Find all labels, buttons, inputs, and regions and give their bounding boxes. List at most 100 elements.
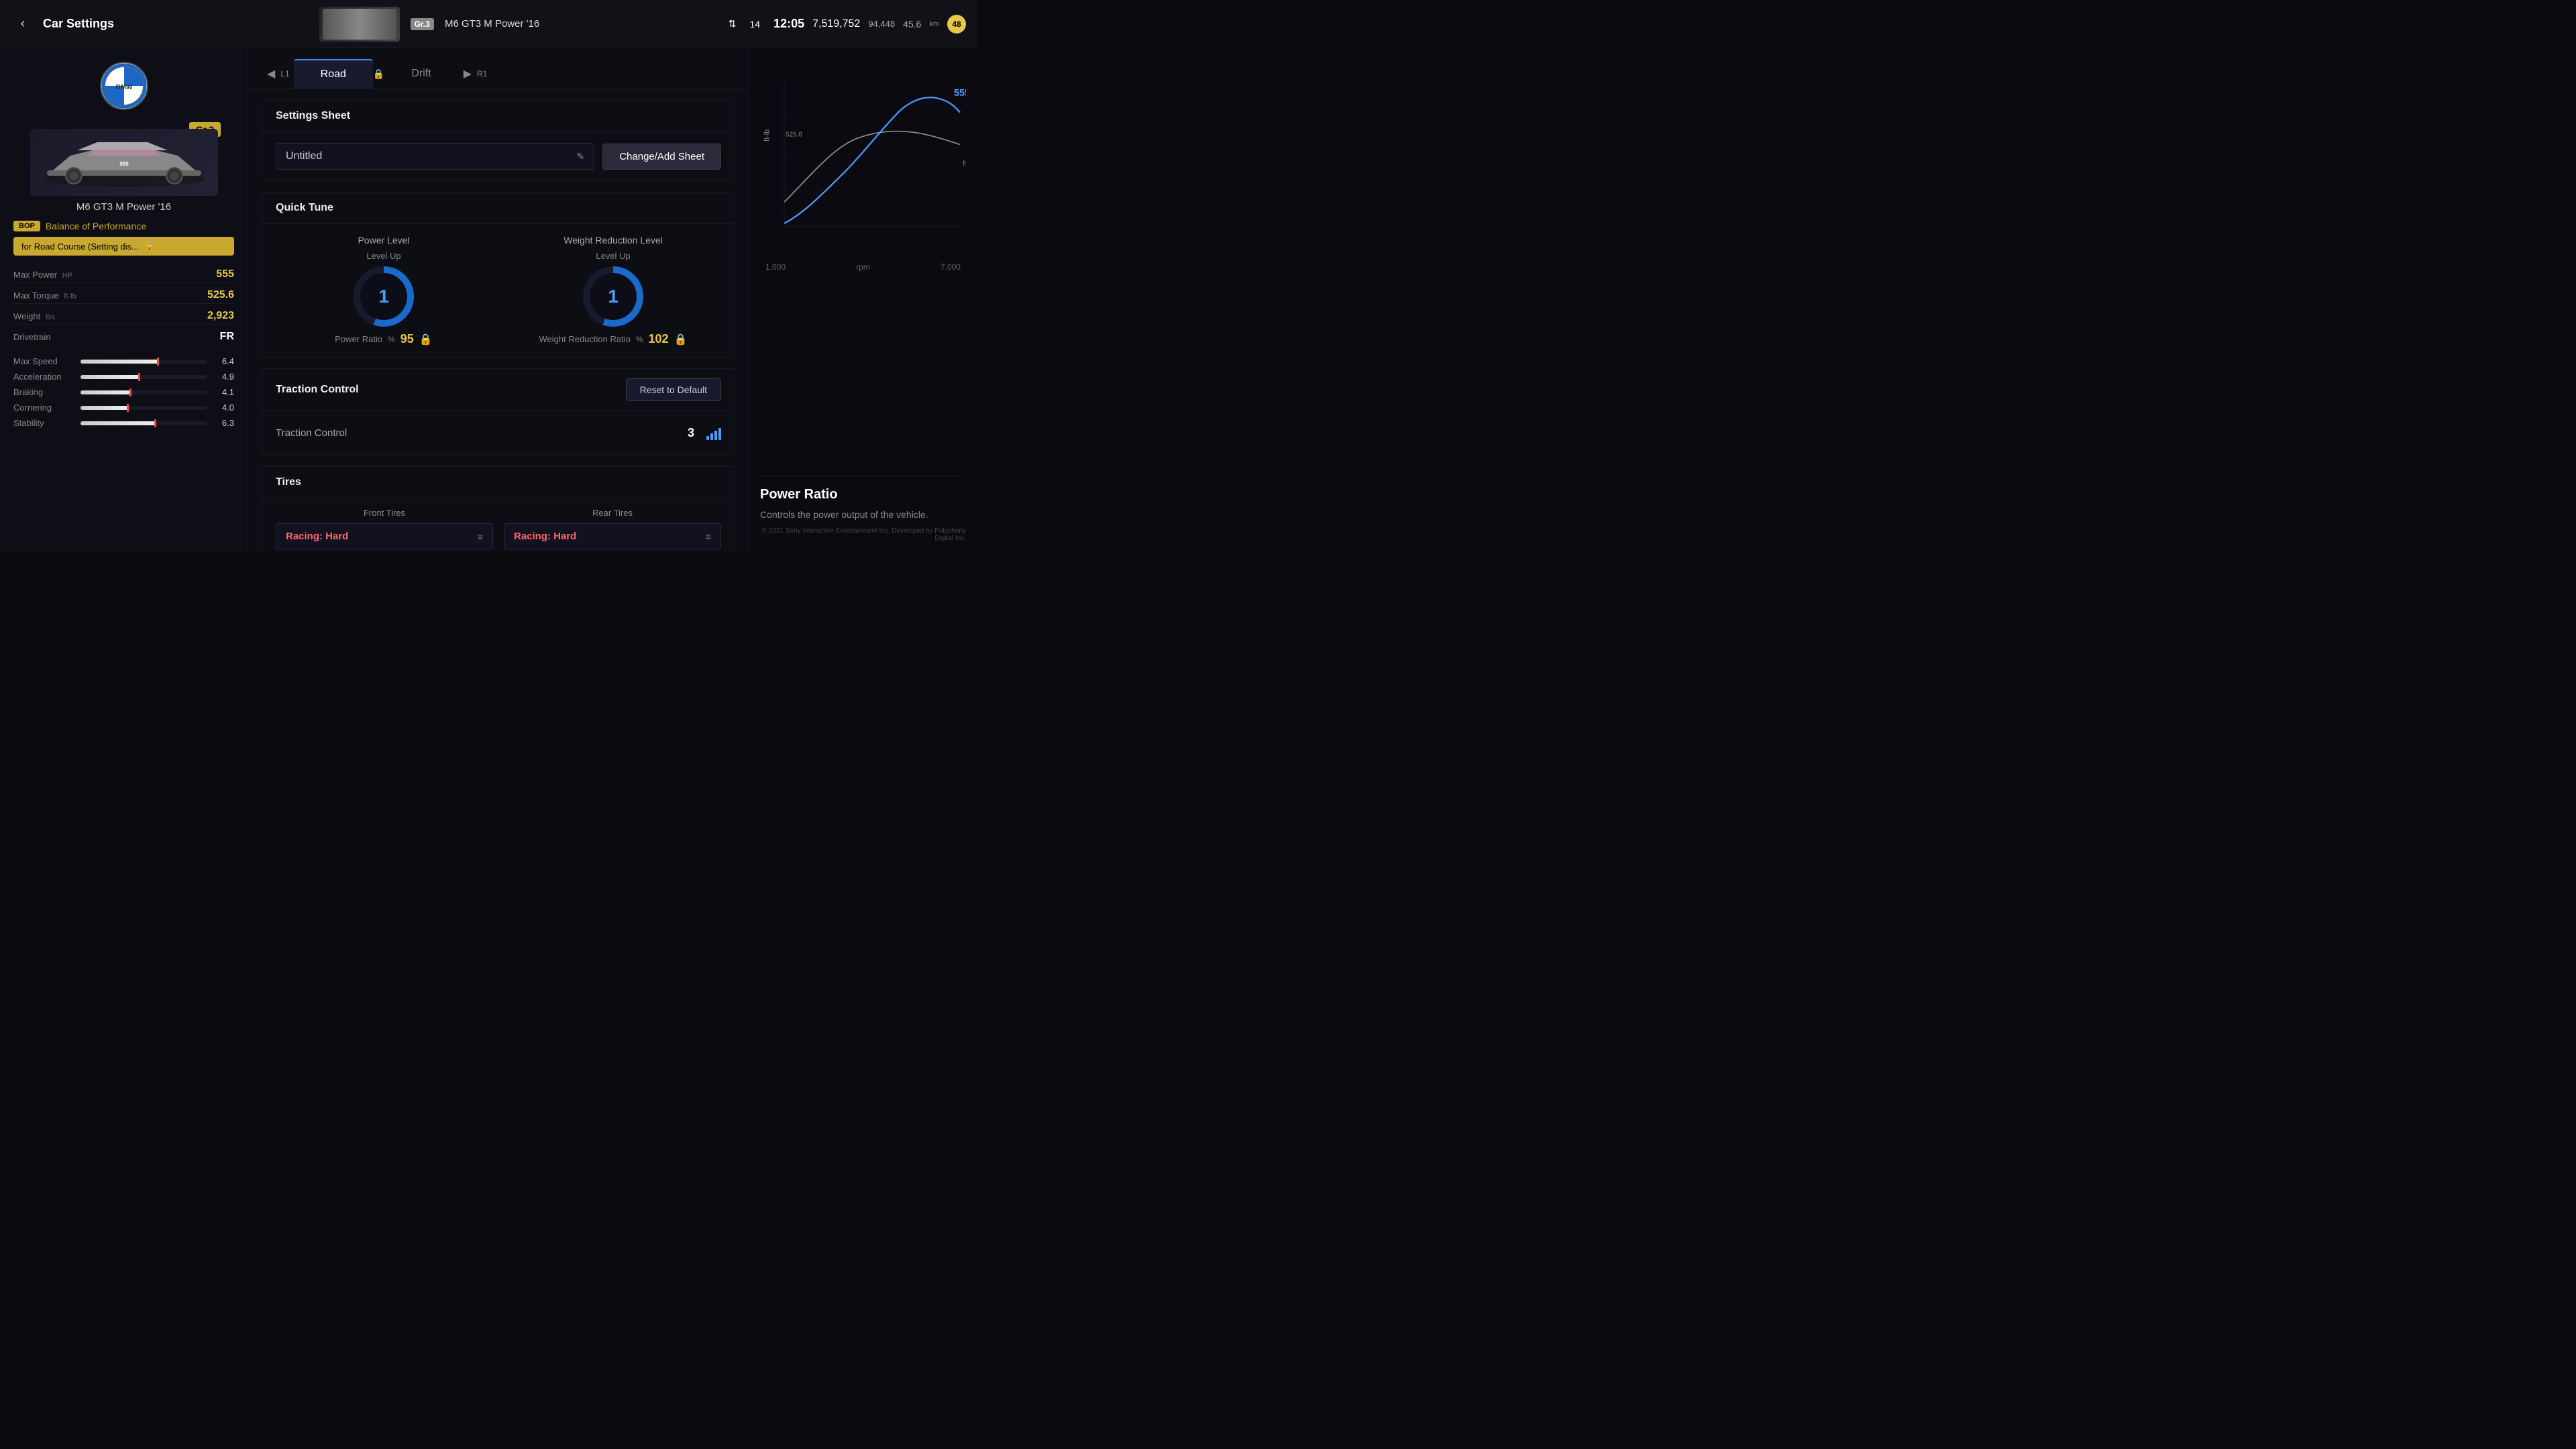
chart-x-min: 1,000 [765, 262, 786, 272]
michelin-row: Tire Technology by M MICHELIN [276, 549, 721, 553]
tires-grid: Front Tires Racing: Hard ≡ Rear Tires Ra… [276, 508, 721, 549]
svg-text:BMW: BMW [115, 84, 133, 91]
car-name-sidebar: M6 GT3 M Power '16 [13, 201, 234, 213]
weight-ratio-label: Weight Reduction Ratio [539, 334, 631, 344]
main-layout: BMW Gr.3 989 [0, 48, 977, 553]
car-image-top [323, 9, 396, 40]
power-ratio-value: 95 [400, 332, 414, 346]
change-sheet-button[interactable]: Change/Add Sheet [602, 144, 721, 170]
power-chart: 555 ft-lb hp 525.6 [760, 59, 966, 260]
speed-display: 45.6 [903, 19, 921, 30]
bmw-logo: BMW [100, 62, 148, 110]
quick-tune-section: Quick Tune Power Level Level Up 1 [262, 192, 735, 358]
tires-title: Tires [276, 476, 301, 488]
top-bar: ‹ Car Settings Gr.3 M6 GT3 M Power '16 ⇅… [0, 0, 977, 48]
tc-row: Traction Control 3 [276, 421, 721, 445]
info-desc: Controls the power output of the vehicle… [760, 508, 966, 522]
car-name-top: M6 GT3 M Power '16 [445, 18, 539, 30]
stat-row-drivetrain: Drivetrain FR [13, 329, 234, 345]
svg-text:989: 989 [119, 161, 129, 167]
tires-section: Tires Front Tires Racing: Hard ≡ Rear Ti… [262, 466, 735, 553]
front-tire-col: Front Tires Racing: Hard ≡ [276, 508, 493, 549]
front-tire-name: Racing: Hard [286, 531, 348, 542]
power-level-up-label: Level Up [366, 251, 400, 261]
bar-braking: Braking 4.1 [13, 384, 234, 400]
front-tire-select[interactable]: Racing: Hard ≡ [276, 523, 493, 549]
sidebar: BMW Gr.3 989 [0, 48, 248, 553]
bop-road-note: for Road Course (Setting dis... 🔒 [13, 237, 234, 256]
bop-badge: BOP [13, 221, 40, 231]
svg-text:525.6: 525.6 [786, 131, 802, 139]
chart-container: 555 ft-lb hp 525.6 1,000 rpm 7,000 [760, 59, 966, 272]
sheet-edit-icon: ✎ [576, 151, 584, 162]
sheet-name-text: Untitled [286, 150, 322, 162]
tires-body: Front Tires Racing: Hard ≡ Rear Tires Ra… [262, 498, 735, 553]
stat-row-torque: Max Torque ft-lb 525.6 [13, 287, 234, 304]
power-level-value: 1 [378, 286, 389, 307]
chart-x-max: 7,000 [941, 262, 961, 272]
power-level-item: Power Level Level Up 1 Power Ratio % 95 [276, 235, 492, 346]
credits-display: 7,519,752 [812, 18, 860, 30]
quick-tune-grid: Power Level Level Up 1 Power Ratio % 95 [276, 235, 721, 346]
chart-area: 555 ft-lb hp 525.6 1,000 rpm 7,000 [760, 59, 966, 470]
bop-text: Balance of Performance [46, 221, 146, 231]
weight-level-dial[interactable]: 1 [583, 266, 643, 327]
tc-bar-icon[interactable] [706, 427, 721, 440]
tab-road[interactable]: Road [294, 59, 373, 89]
back-button[interactable]: ‹ [11, 12, 35, 36]
weight-ratio-row: Weight Reduction Ratio % 102 🔒 [539, 332, 688, 346]
mileage-display: 94,448 [868, 19, 895, 29]
info-title: Power Ratio [760, 487, 966, 502]
power-ratio-unit: % [388, 335, 395, 344]
tc-value: 3 [681, 426, 701, 440]
rank-value: 14 [750, 19, 761, 30]
l1-badge: L1 [280, 69, 289, 78]
main-content: ◀ L1 Road 🔒 Drift ▶ R1 Settings Sheet Un… [248, 48, 749, 553]
bop-note-text: for Road Course (Setting dis... [21, 241, 139, 252]
tab-bar: ◀ L1 Road 🔒 Drift ▶ R1 [248, 48, 749, 89]
gr-badge-top: Gr.3 [411, 18, 434, 30]
traction-reset-button[interactable]: Reset to Default [626, 378, 721, 401]
tab-nav-right[interactable]: ▶ [458, 64, 477, 83]
traction-control-body: Traction Control 3 [262, 411, 735, 455]
front-tire-menu-icon: ≡ [478, 531, 483, 542]
weight-level-up-label: Level Up [596, 251, 630, 261]
rear-tire-select[interactable]: Racing: Hard ≡ [504, 523, 721, 549]
settings-sheet-header: Settings Sheet [262, 101, 735, 132]
power-ratio-row: Power Ratio % 95 🔒 [335, 332, 432, 346]
traction-control-section: Traction Control Reset to Default Tracti… [262, 368, 735, 455]
page-title: Car Settings [43, 17, 114, 31]
chart-x-rpm: rpm [856, 262, 870, 272]
tc-label: Traction Control [276, 427, 347, 439]
front-tire-label: Front Tires [276, 508, 493, 518]
weight-ratio-lock: 🔒 [674, 333, 688, 346]
weight-level-item: Weight Reduction Level Level Up 1 Weight… [505, 235, 721, 346]
bar-acceleration: Acceleration 4.9 [13, 369, 234, 384]
rear-tire-col: Rear Tires Racing: Hard ≡ [504, 508, 721, 549]
weight-ratio-unit: % [636, 335, 643, 344]
chart-x-labels: 1,000 rpm 7,000 [760, 262, 966, 272]
weight-level-label: Weight Reduction Level [564, 235, 663, 246]
tab-nav-left[interactable]: ◀ [262, 64, 280, 83]
right-panel: 555 ft-lb hp 525.6 1,000 rpm 7,000 Power… [749, 48, 977, 553]
clock-display: 12:05 [773, 17, 804, 31]
tc-value-row: 3 [681, 426, 721, 440]
sheet-name-field[interactable]: Untitled ✎ [276, 143, 594, 170]
perf-bars: Max Speed 6.4 Acceleration 4.9 Braking 4… [13, 354, 234, 431]
svg-text:555: 555 [954, 88, 966, 99]
power-level-dial[interactable]: 1 [354, 266, 414, 327]
car-thumbnail [319, 7, 400, 42]
speed-unit: km [929, 20, 939, 28]
copyright-text: © 2021 Sony Interactive Entertainment In… [760, 522, 966, 542]
top-bar-center: Gr.3 M6 GT3 M Power '16 [138, 7, 720, 42]
rank-icon: ⇅ [729, 18, 737, 30]
content-area: Settings Sheet Untitled ✎ Change/Add She… [248, 89, 749, 553]
stat-row-power: Max Power HP 555 [13, 266, 234, 283]
weight-level-value: 1 [608, 286, 619, 307]
quick-tune-title: Quick Tune [276, 202, 333, 214]
bar-stability: Stability 6.3 [13, 415, 234, 431]
car-svg: 989 [37, 136, 211, 189]
svg-text:ft-lb: ft-lb [763, 129, 771, 142]
traction-control-header: Traction Control Reset to Default [262, 369, 735, 411]
tab-drift[interactable]: Drift [384, 60, 458, 88]
